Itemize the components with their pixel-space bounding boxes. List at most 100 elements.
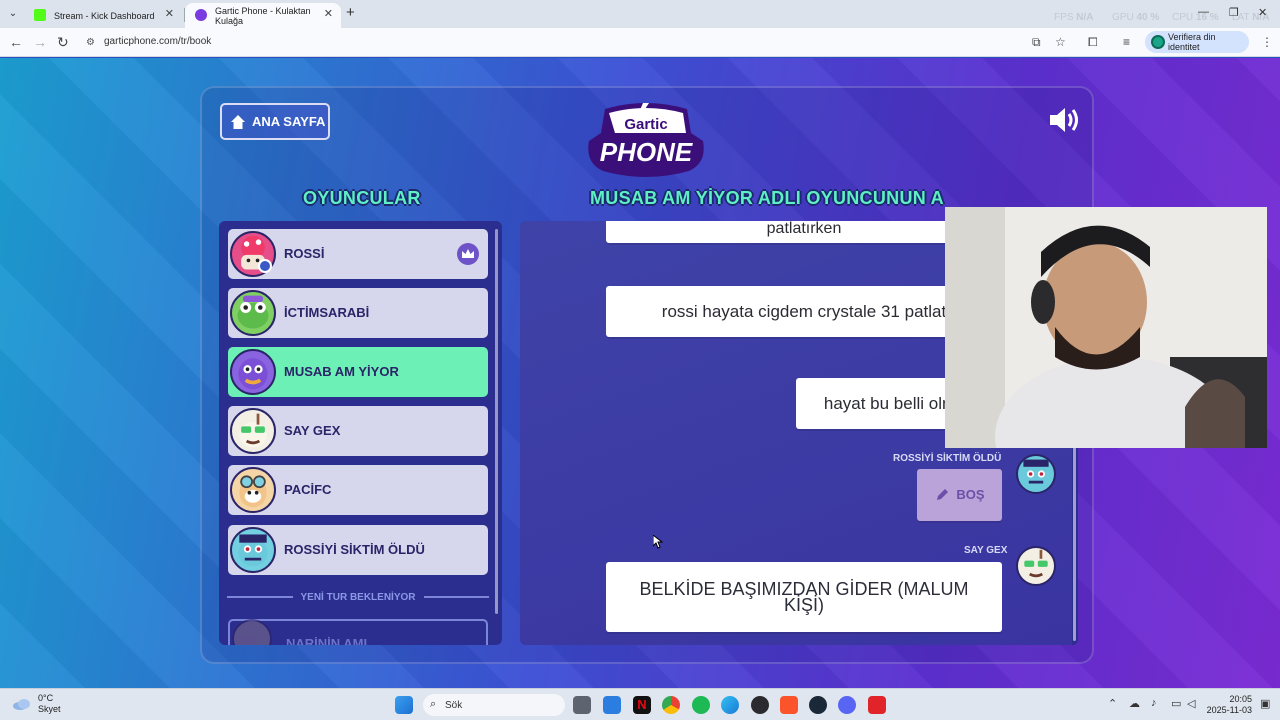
book-entry-text: rossi hayata cigdem crystale 31 patlat <box>606 286 1002 337</box>
notifications-icon[interactable]: ▣ <box>1260 697 1270 710</box>
waiting-divider: YENİ TUR BEKLENİYOR <box>227 590 490 604</box>
player-item-pacifc[interactable]: PACİFC <box>228 465 488 515</box>
browser-menu-icon[interactable]: ⋮ <box>1261 35 1273 49</box>
gartic-favicon-icon <box>195 9 207 21</box>
gartic-phone-logo: Gartic PHONE <box>588 103 704 177</box>
store-icon[interactable] <box>603 696 621 714</box>
address-bar-row: ← → ↻ ⚙ garticphone.com/tr/book ⧉ ☆ ⧠ ≡ … <box>0 28 1280 57</box>
player-name: SAY GEX <box>284 423 341 438</box>
divider-line <box>423 596 490 598</box>
players-panel: ROSSİ İCTİMSARABİ MUSAB AM YİYOR SAY GEX <box>219 221 502 645</box>
sound-toggle-icon[interactable] <box>1048 106 1080 134</box>
onedrive-icon[interactable]: ☁ <box>1129 697 1140 710</box>
new-tab-icon[interactable]: + <box>346 4 355 21</box>
avatar <box>232 619 272 645</box>
site-settings-icon[interactable]: ⚙ <box>86 37 95 48</box>
translate-icon[interactable]: ⧉ <box>1032 35 1041 50</box>
author-avatar <box>1016 454 1056 494</box>
home-label: ANA SAYFA <box>252 114 326 129</box>
brave-icon[interactable] <box>780 696 798 714</box>
clock-time: 20:05 <box>1229 694 1252 704</box>
media-controls-icon[interactable]: ≡ <box>1123 35 1130 49</box>
steam-icon[interactable] <box>809 696 827 714</box>
player-name: MUSAB AM YİYOR <box>284 364 399 379</box>
empty-drawing-entry: BOŞ <box>917 469 1002 521</box>
players-title: OYUNCULAR <box>303 188 421 208</box>
forward-icon[interactable]: → <box>33 34 47 50</box>
waiting-label: YENİ TUR BEKLENİYOR <box>300 591 416 603</box>
player-item-waiting[interactable]: NARİNİN AMI <box>228 619 488 645</box>
weather-temp: 0°C <box>38 693 54 703</box>
tab-close-icon[interactable]: ✕ <box>324 7 333 20</box>
verify-identity-button[interactable]: Verifiera din identitet <box>1145 31 1249 53</box>
network-icon[interactable]: ▭ <box>1171 697 1181 710</box>
avatar <box>230 290 276 336</box>
clock-date: 2025-11-03 <box>1206 705 1252 715</box>
player-item-say-gex[interactable]: SAY GEX <box>228 406 488 456</box>
player-name: ROSSİ <box>284 246 325 261</box>
tray-overflow-icon[interactable]: ⌃ <box>1108 697 1117 710</box>
book-entry-text: BELKİDE BAŞIMIZDAN GİDER (MALUM KİŞİ) <box>606 562 1002 632</box>
taskbar-search-input[interactable]: ⌕ Sök <box>423 694 565 716</box>
fps-label: FPS <box>1054 12 1074 23</box>
weather-widget[interactable]: 0°C Skyet <box>12 693 61 715</box>
player-name: NARİNİN AMI <box>286 636 368 645</box>
microphone-icon[interactable]: ♪ <box>1151 697 1157 709</box>
gpu-value: 40 % <box>1136 12 1160 23</box>
search-icon: ⌕ <box>430 698 437 710</box>
browser-tab-bar: ⌄ Stream - Kick Dashboard ✕ Gartic Phone… <box>0 0 1280 28</box>
home-icon <box>231 114 245 129</box>
extensions-icon[interactable]: ⧠ <box>1088 35 1098 50</box>
avatar <box>230 349 276 395</box>
book-entry-text: patlatırken <box>606 221 1002 243</box>
youtube-icon[interactable] <box>868 696 886 714</box>
webcam-overlay <box>945 207 1267 448</box>
crown-icon <box>457 243 479 265</box>
verify-label: Verifiera din identitet <box>1168 32 1216 52</box>
logo-bottom-text: PHONE <box>600 137 693 167</box>
tab-title: Stream - Kick Dashboard <box>54 10 155 21</box>
weather-desc: Skyet <box>38 704 61 714</box>
edge-icon[interactable] <box>721 696 739 714</box>
restore-icon[interactable]: ❐ <box>1229 6 1239 19</box>
discord-icon[interactable] <box>838 696 856 714</box>
url-field[interactable]: garticphone.com/tr/book <box>104 36 211 47</box>
task-view-icon[interactable] <box>573 696 591 714</box>
reload-icon[interactable]: ↻ <box>57 34 69 51</box>
players-scrollbar[interactable] <box>495 229 498 614</box>
gpu-stat: GPU 40 % <box>1112 12 1159 23</box>
volume-icon[interactable]: ◁ <box>1187 697 1195 710</box>
chrome-icon[interactable] <box>662 696 680 714</box>
start-windows-icon[interactable] <box>395 696 413 714</box>
player-name: PACİFC <box>284 482 332 497</box>
player-item-musab[interactable]: MUSAB AM YİYOR <box>228 347 488 397</box>
divider-line <box>227 596 293 598</box>
book-title: MUSAB AM YİYOR ADLI OYUNCUNUN A <box>590 188 944 208</box>
minimize-icon[interactable]: — <box>1198 6 1209 18</box>
cloud-icon <box>13 699 30 710</box>
player-item-rossiyi[interactable]: ROSSİYİ SİKTİM ÖLDÜ <box>228 525 488 575</box>
player-item-rossi[interactable]: ROSSİ <box>228 229 488 279</box>
taskbar-clock[interactable]: 20:05 2025-11-03 <box>1204 694 1252 716</box>
tab-title: Gartic Phone - Kulaktan Kulağa <box>215 5 311 26</box>
home-button[interactable]: ANA SAYFA <box>220 103 330 140</box>
verify-icon <box>1151 35 1165 49</box>
bookmark-star-icon[interactable]: ☆ <box>1055 35 1066 49</box>
search-placeholder: Sök <box>445 699 463 711</box>
back-icon[interactable]: ← <box>9 34 23 50</box>
player-name: İCTİMSARABİ <box>284 305 370 320</box>
netflix-icon[interactable]: N <box>633 696 651 714</box>
tab-close-icon[interactable]: ✕ <box>165 7 174 20</box>
windows-taskbar: 0°C Skyet ⌕ Sök N ⌃ ☁ ♪ ▭ ◁ 20:05 2025-1… <box>0 688 1280 720</box>
logo-top-text: Gartic <box>624 116 667 133</box>
gpu-label: GPU <box>1112 12 1134 23</box>
avatar <box>230 467 276 513</box>
tab-gartic-phone[interactable]: Gartic Phone - Kulaktan Kulağa ✕ <box>185 3 341 28</box>
player-item-ictimsarabi[interactable]: İCTİMSARABİ <box>228 288 488 338</box>
spotify-icon[interactable] <box>692 696 710 714</box>
close-window-icon[interactable]: ✕ <box>1258 6 1267 19</box>
tab-kick-dashboard[interactable]: Stream - Kick Dashboard ✕ <box>24 3 182 28</box>
empty-label: BOŞ <box>956 487 985 502</box>
obs-icon[interactable] <box>751 696 769 714</box>
tab-list-dropdown-icon[interactable]: ⌄ <box>4 5 22 23</box>
